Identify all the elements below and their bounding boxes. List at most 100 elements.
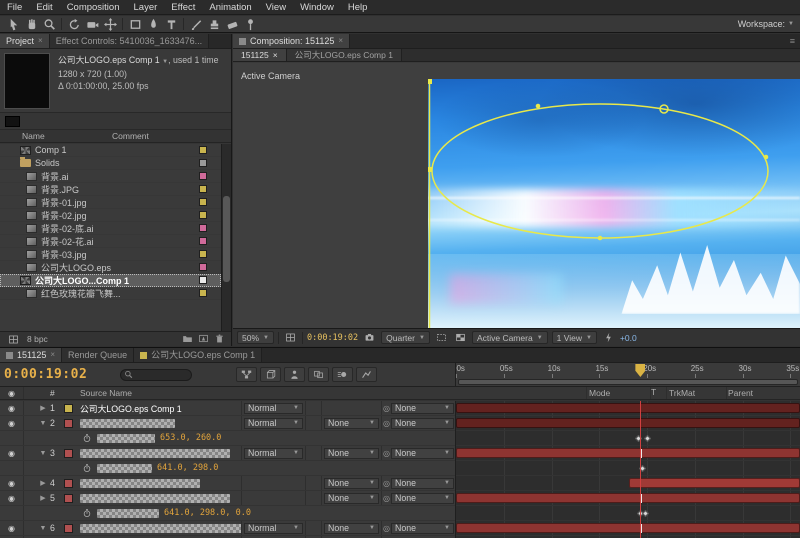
label-color-chip[interactable] [64,449,73,458]
frame-blend-icon[interactable] [308,367,329,382]
menu-file[interactable]: File [0,0,29,15]
project-search-input[interactable] [5,116,20,127]
track-row[interactable] [456,416,800,431]
label-color-chip[interactable] [199,172,207,180]
parent-dropdown[interactable]: None▼ [391,418,454,429]
scrollbar-thumb[interactable] [223,196,230,282]
project-item[interactable]: 红色玫瑰花瓣飞舞... [0,287,221,300]
menu-window[interactable]: Window [293,0,341,15]
mode-cell[interactable]: Normal▼ [241,416,305,430]
label-color-chip[interactable] [199,224,207,232]
track-row[interactable] [456,431,800,446]
t-cell[interactable] [305,401,321,415]
layer-row[interactable]: ◉▼2Normal▼None▼◎None▼ [0,416,455,431]
parent-cell[interactable]: ◎None▼ [381,521,455,535]
stopwatch-icon[interactable] [82,508,92,518]
menu-effect[interactable]: Effect [164,0,202,15]
label-color-cell[interactable] [64,494,80,503]
parent-dropdown[interactable]: None▼ [391,523,454,534]
grid-guides-icon[interactable] [283,331,298,344]
label-color-cell[interactable] [64,419,80,428]
keyframe-icon[interactable] [642,510,649,517]
parent-dropdown[interactable]: None▼ [391,448,454,459]
t-cell[interactable] [305,446,321,460]
layer-name-cell[interactable]: 公司大LOGO.eps Comp 1 [80,402,241,415]
view-layout-dropdown[interactable]: 1 View ▼ [552,331,597,344]
expand-arrow-icon[interactable]: ▶ [36,404,50,412]
trkmat-cell[interactable]: None▼ [321,521,381,535]
project-item[interactable]: 背景-01.jpg [0,196,221,209]
mask-vertex-handle[interactable] [598,236,603,241]
playhead-line[interactable] [640,401,641,538]
time-ruler[interactable]: 00s05s10s15s20s25s30s35s [455,363,800,386]
layer-duration-bar[interactable] [456,448,800,458]
lock-cell[interactable] [24,491,36,505]
comp-mini-flowchart-icon[interactable] [236,367,257,382]
mode-dropdown[interactable]: Normal▼ [244,403,303,414]
label-color-chip[interactable] [64,524,73,533]
region-of-interest-icon[interactable] [434,331,449,344]
parent-cell[interactable]: ◎None▼ [381,446,455,460]
collapse-arrow-icon[interactable]: ▼ [36,420,50,427]
track-row[interactable] [456,521,800,536]
timeline-current-time[interactable]: 0:00:19:02 [4,367,87,382]
pickwhip-icon[interactable]: ◎ [383,419,390,428]
pan-behind-tool[interactable] [101,17,119,31]
project-item[interactable]: 背景-03.jpg [0,248,221,261]
anchor-square-handle[interactable] [428,167,432,172]
eye-icon[interactable]: ◉ [0,416,24,430]
layer-row[interactable]: ◉▼6Normal▼None▼◎None▼ [0,521,455,536]
puppet-pin-tool[interactable] [241,17,259,31]
layer-row[interactable]: ◉▼3Normal▼None▼◎None▼ [0,446,455,461]
current-time-display[interactable]: 0:00:19:02 [307,333,358,343]
label-color-chip[interactable] [199,185,207,193]
viewer-tab-logo-comp[interactable]: 公司大LOGO.eps Comp 1 [287,49,402,61]
column-trkmat[interactable]: TrkMat [666,387,726,399]
mode-dropdown[interactable]: Normal▼ [244,448,303,459]
transparency-grid-icon[interactable] [453,331,468,344]
parent-cell[interactable]: ◎None▼ [381,401,455,415]
bit-depth-label[interactable]: 8 bpc [27,334,48,344]
layer-row[interactable]: ◉▶5None▼◎None▼ [0,491,455,506]
parent-dropdown[interactable]: None▼ [391,478,454,489]
eye-icon[interactable]: ◉ [0,476,24,490]
property-value[interactable]: 641.0, 298.0 [157,463,218,473]
pickwhip-icon[interactable]: ◎ [383,449,390,458]
layer-duration-bar[interactable] [629,478,800,488]
label-color-cell[interactable] [64,479,80,488]
expand-arrow-icon[interactable]: ▶ [36,494,50,502]
project-item[interactable]: 背景.ai [0,170,221,183]
track-row[interactable] [456,491,800,506]
project-item[interactable]: Comp 1 [0,144,221,157]
label-color-chip[interactable] [199,289,207,297]
t-cell[interactable] [305,416,321,430]
track-row[interactable] [456,506,800,521]
mode-cell[interactable]: Normal▼ [241,446,305,460]
property-row[interactable]: 641.0, 298.0 [0,461,455,476]
lock-cell[interactable] [24,401,36,415]
layer-duration-bar[interactable] [456,403,800,413]
column-t[interactable]: T [650,387,666,399]
brush-tool[interactable] [187,17,205,31]
parent-dropdown[interactable]: None▼ [391,403,454,414]
label-color-chip[interactable] [199,263,207,271]
close-icon[interactable]: × [273,49,278,61]
stopwatch-icon[interactable] [82,433,92,443]
trkmat-cell[interactable]: None▼ [321,491,381,505]
mask-vertex-handle[interactable] [536,104,541,109]
pickwhip-icon[interactable]: ◎ [383,404,390,413]
panel-menu-icon[interactable]: ≡ [785,34,800,48]
hide-shy-layers-icon[interactable] [284,367,305,382]
t-cell[interactable] [305,521,321,535]
lock-cell[interactable] [24,446,36,460]
label-color-chip[interactable] [64,419,73,428]
project-item[interactable]: 背景.JPG [0,183,221,196]
viewer-tab-151125[interactable]: 151125 × [233,49,287,61]
workspace-selector[interactable]: Workspace: ▼ [738,19,796,29]
tab-effect-controls[interactable]: Effect Controls: 5410036_1633476... [50,34,209,48]
mode-dropdown[interactable]: Normal▼ [244,523,303,534]
trkmat-cell[interactable]: None▼ [321,416,381,430]
pickwhip-icon[interactable]: ◎ [383,479,390,488]
expand-arrow-icon[interactable]: ▶ [36,479,50,487]
ellipse-mask-path[interactable] [432,104,768,238]
